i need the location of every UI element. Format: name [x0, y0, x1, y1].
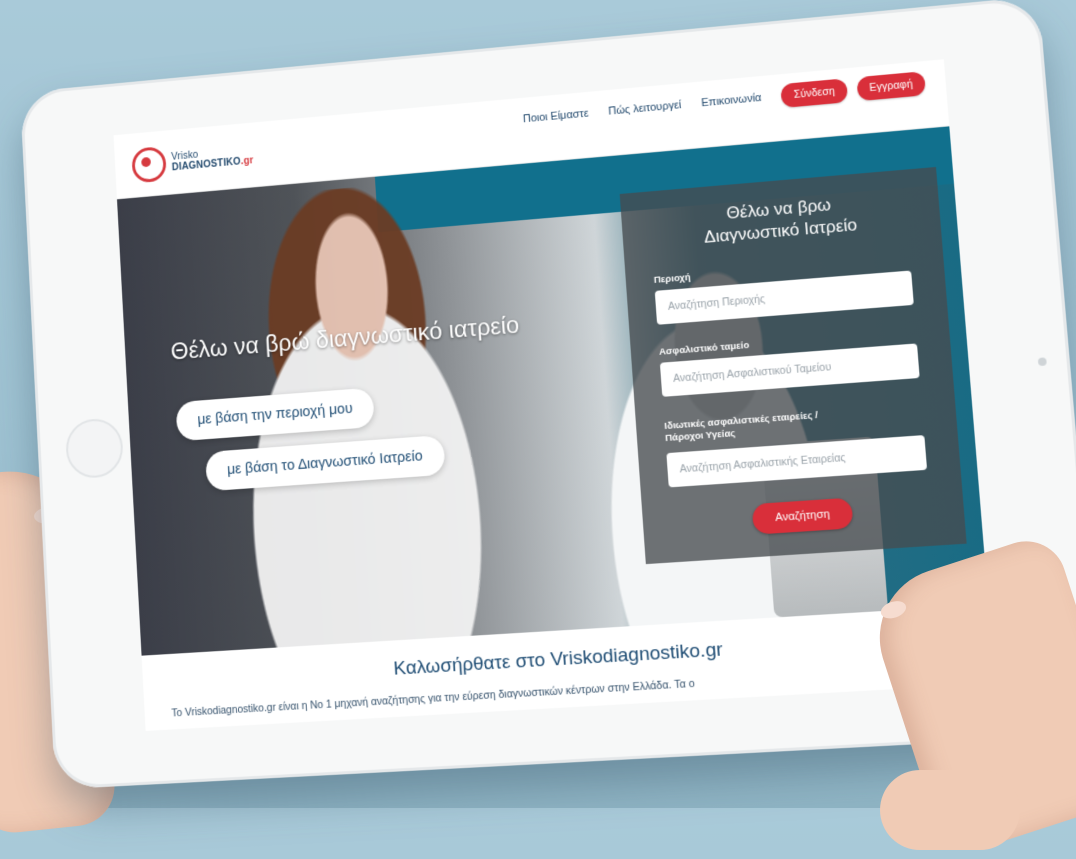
login-button[interactable]: Σύνδεση	[780, 78, 848, 108]
nav-link-about[interactable]: Ποιοι Είμαστε	[523, 108, 589, 126]
logo-mark-icon	[131, 145, 167, 184]
private-insurance-input[interactable]: Αναζήτηση Ασφαλιστικής Εταιρείας	[666, 435, 928, 488]
site-logo[interactable]: Vrisko DIAGNOSTIKO.gr	[131, 138, 254, 184]
home-button[interactable]	[64, 417, 125, 480]
private-insurance-label: Ιδιωτικές ασφαλιστικές εταιρείες / Πάροχ…	[664, 410, 819, 445]
nav-link-how-it-works[interactable]: Πώς λειτουργεί	[608, 99, 682, 117]
private-insurance-label-line-1: Ιδιωτικές ασφαλιστικές εταιρείες /	[664, 409, 819, 433]
logo-tld: .gr	[240, 155, 254, 168]
area-search-placeholder: Αναζήτηση Περιοχής	[667, 293, 766, 313]
insurance-fund-label: Ασφαλιστικό ταμείο	[658, 339, 750, 358]
private-insurance-placeholder: Αναζήτηση Ασφαλιστικής Εταιρείας	[679, 451, 847, 476]
tablet-screen: Vrisko DIAGNOSTIKO.gr Ποιοι Είμαστε Πώς …	[113, 59, 995, 731]
right-hand-lower	[880, 770, 1020, 850]
search-button[interactable]: Αναζήτηση	[751, 497, 854, 535]
register-button[interactable]: Εγγραφή	[856, 71, 926, 102]
search-panel-title: Θέλω να βρω Διαγνωστικό Ιατρείο	[621, 185, 941, 255]
hero-section: Θέλω να βρώ διαγνωστικό ιατρείο με βάση …	[116, 125, 989, 656]
insurance-fund-placeholder: Αναζήτηση Ασφαλιστικού Ταμείου	[672, 361, 832, 385]
area-search-input[interactable]: Αναζήτηση Περιοχής	[654, 270, 914, 325]
main-nav: Ποιοι Είμαστε Πώς λειτουργεί Επικοινωνία…	[522, 71, 926, 131]
nav-link-contact[interactable]: Επικοινωνία	[701, 92, 762, 109]
search-panel: Θέλω να βρω Διαγνωστικό Ιατρείο Περιοχή …	[619, 166, 967, 565]
camera-icon	[1037, 357, 1047, 367]
area-label: Περιοχή	[653, 272, 692, 286]
logo-text: Vrisko DIAGNOSTIKO.gr	[171, 145, 254, 174]
